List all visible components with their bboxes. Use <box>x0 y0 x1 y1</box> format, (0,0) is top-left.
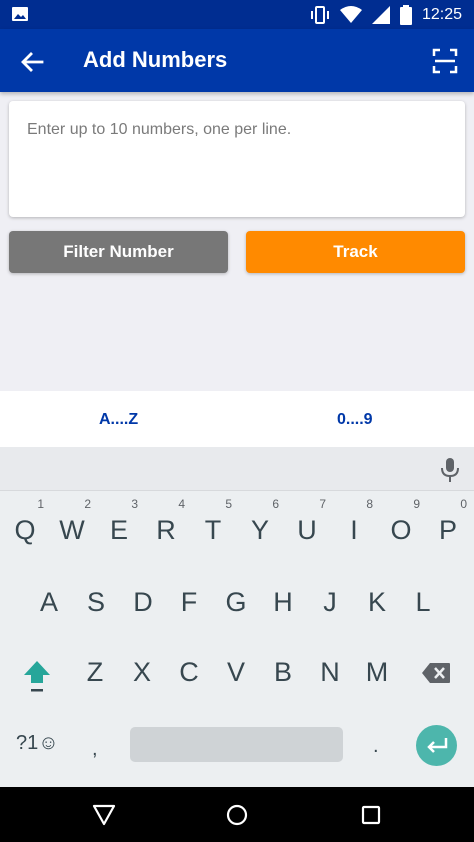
status-time: 12:25 <box>421 5 462 23</box>
key-hint: 7 <box>319 497 326 511</box>
key-w[interactable]: W2 <box>49 497 95 555</box>
period-key[interactable]: . <box>373 735 379 758</box>
digits-mode-button[interactable]: 0....9 <box>337 411 373 429</box>
comma-key[interactable]: , <box>92 738 98 761</box>
space-bar[interactable] <box>130 727 343 762</box>
key-u[interactable]: U7 <box>284 497 330 555</box>
key-hint: 8 <box>366 497 373 511</box>
keyboard: Q1 W2 E3 R4 T5 Y6 U7 I8 O9 P0 A S D F G … <box>0 491 474 787</box>
key-p[interactable]: P0 <box>425 497 471 555</box>
wifi-icon <box>339 5 362 23</box>
page-title: Add Numbers <box>83 47 228 72</box>
image-icon <box>12 7 28 21</box>
numbers-input[interactable] <box>9 101 465 217</box>
scan-icon[interactable] <box>432 48 458 74</box>
key-e[interactable]: E3 <box>96 497 142 555</box>
key-l[interactable]: L <box>400 577 446 627</box>
key-hint: 3 <box>131 497 138 511</box>
key-q[interactable]: Q1 <box>2 497 48 555</box>
enter-key[interactable] <box>416 725 457 766</box>
key-hint: 6 <box>272 497 279 511</box>
key-i[interactable]: I8 <box>331 497 377 555</box>
key-y[interactable]: Y6 <box>237 497 283 555</box>
status-icons: 12:25 <box>310 0 462 29</box>
track-button[interactable]: Track <box>246 231 465 273</box>
vibrate-icon <box>310 5 329 24</box>
enter-icon <box>427 738 448 753</box>
key-v[interactable]: V <box>213 647 259 697</box>
key-f[interactable]: F <box>166 577 212 627</box>
navigation-bar <box>0 787 474 842</box>
key-t[interactable]: T5 <box>190 497 236 555</box>
key-b[interactable]: B <box>260 647 306 697</box>
app-bar: Add Numbers <box>0 29 474 92</box>
symbols-key[interactable]: ?1☺ <box>16 732 59 755</box>
letters-mode-button[interactable]: A....Z <box>99 411 138 429</box>
keyboard-mode-row: A....Z 0....9 <box>0 391 474 447</box>
key-hint: 2 <box>84 497 91 511</box>
key-hint: 9 <box>413 497 420 511</box>
key-n[interactable]: N <box>307 647 353 697</box>
key-h[interactable]: H <box>260 577 306 627</box>
numbers-input-card <box>9 101 465 217</box>
nav-home-icon[interactable] <box>226 804 248 826</box>
backspace-icon[interactable] <box>421 662 451 684</box>
key-hint: 0 <box>460 497 467 511</box>
status-bar: 12:25 <box>0 0 474 29</box>
cell-signal-icon <box>371 5 390 24</box>
key-hint: 5 <box>225 497 232 511</box>
nav-recents-icon[interactable] <box>361 805 381 825</box>
screen: 12:25 Add Numbers Filter Number Track A.… <box>0 0 474 842</box>
key-k[interactable]: K <box>354 577 400 627</box>
mic-icon[interactable] <box>440 457 460 483</box>
shift-icon[interactable] <box>22 659 52 695</box>
key-s[interactable]: S <box>73 577 119 627</box>
key-r[interactable]: R4 <box>143 497 189 555</box>
key-hint: 4 <box>178 497 185 511</box>
key-c[interactable]: C <box>166 647 212 697</box>
keyboard-suggestion-strip <box>0 447 474 491</box>
key-d[interactable]: D <box>120 577 166 627</box>
key-a[interactable]: A <box>26 577 72 627</box>
key-j[interactable]: J <box>307 577 353 627</box>
key-hint: 1 <box>37 497 44 511</box>
key-z[interactable]: Z <box>72 647 118 697</box>
key-x[interactable]: X <box>119 647 165 697</box>
key-g[interactable]: G <box>213 577 259 627</box>
key-o[interactable]: O9 <box>378 497 424 555</box>
nav-back-icon[interactable] <box>92 804 116 826</box>
battery-icon <box>399 4 412 25</box>
key-m[interactable]: M <box>354 647 400 697</box>
filter-number-button[interactable]: Filter Number <box>9 231 228 273</box>
arrow-back-icon[interactable] <box>18 48 46 76</box>
